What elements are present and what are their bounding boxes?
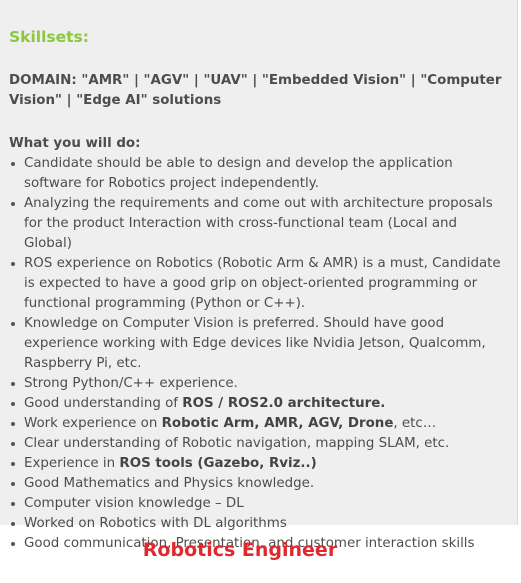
- skillsets-heading: Skillsets:: [9, 28, 89, 46]
- list-item: ROS experience on Robotics (Robotic Arm …: [9, 254, 507, 314]
- job-description-panel: Skillsets: DOMAIN: "AMR" | "AGV" | "UAV"…: [0, 0, 518, 551]
- list-item: Work experience on Robotic Arm, AMR, AGV…: [9, 414, 507, 434]
- list-item: Knowledge on Computer Vision is preferre…: [9, 314, 507, 374]
- what-you-will-do-heading: What you will do:: [9, 136, 141, 151]
- list-item: Candidate should be able to design and d…: [9, 154, 507, 194]
- list-item: Worked on Robotics with DL algorithms: [9, 514, 507, 534]
- job-title-caption: Robotics Engineer: [142, 539, 338, 561]
- list-item: Strong Python/C++ experience.: [9, 374, 507, 394]
- list-item: Experience in ROS tools (Gazebo, Rviz..): [9, 454, 507, 474]
- emphasis: ROS / ROS2.0 architecture.: [182, 396, 386, 411]
- list-item: Computer vision knowledge – DL: [9, 494, 507, 514]
- responsibilities-list: Candidate should be able to design and d…: [9, 154, 507, 554]
- list-item: Good understanding of ROS / ROS2.0 archi…: [9, 394, 507, 414]
- emphasis: Robotic Arm, AMR, AGV, Drone: [161, 416, 394, 431]
- list-item: Good Mathematics and Physics knowledge.: [9, 474, 507, 494]
- domain-line: DOMAIN: "AMR" | "AGV" | "UAV" | "Embedde…: [9, 73, 502, 108]
- list-item: Clear understanding of Robotic navigatio…: [9, 434, 507, 454]
- list-item: Analyzing the requirements and come out …: [9, 194, 507, 254]
- emphasis: ROS tools (Gazebo, Rviz..): [119, 456, 317, 471]
